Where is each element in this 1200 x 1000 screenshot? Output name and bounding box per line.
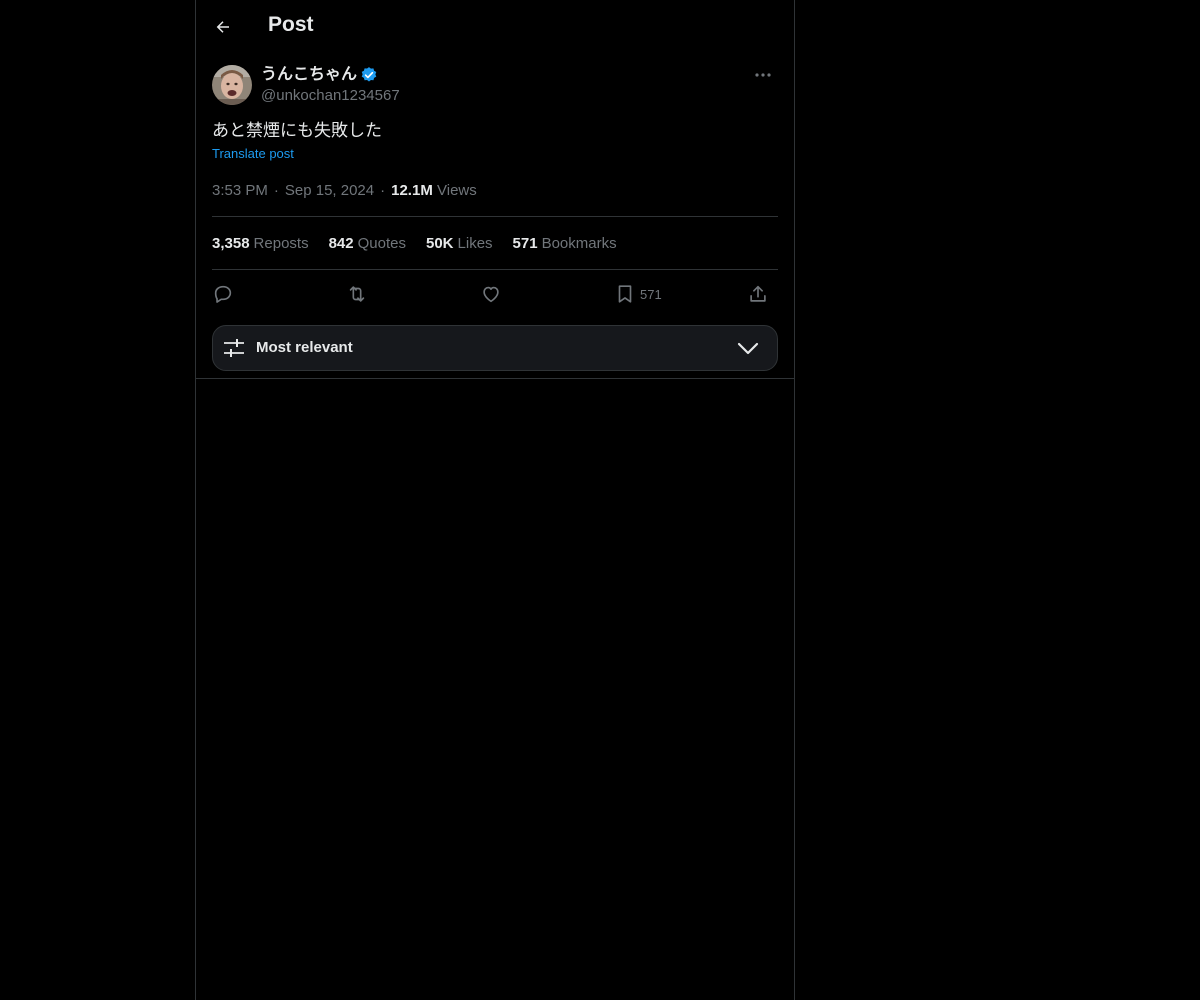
bookmark-button[interactable]: 571 (614, 280, 662, 308)
quotes-label: Quotes (357, 235, 406, 252)
reposts-count: 3,358 (212, 235, 250, 252)
chevron-down-icon (737, 342, 759, 355)
meta-separator: · (380, 182, 386, 199)
author-row: うんこちゃん @unkochan1234567 (212, 64, 778, 108)
engagement-stats: 3,358 Reposts 842 Quotes 50K Likes 571 Bookm… (212, 234, 617, 254)
more-horizontal-icon (755, 73, 771, 77)
main-column: Post うんこちゃん @unkochan1234567 あと禁煙にも失敗した … (195, 0, 795, 1000)
back-arrow-icon (216, 21, 229, 33)
likes-stat[interactable]: 50K Likes (426, 234, 493, 254)
like-button[interactable] (480, 280, 502, 308)
reply-icon (214, 285, 232, 303)
display-name-link[interactable]: うんこちゃん (261, 64, 378, 86)
sliders-icon (224, 339, 244, 357)
post-time[interactable]: 3:53 PM (212, 182, 268, 199)
bookmark-count: 571 (640, 286, 662, 302)
reposts-label: Reposts (253, 235, 309, 252)
section-divider (196, 378, 794, 379)
views-count: 12.1M (391, 182, 433, 199)
quotes-stat[interactable]: 842 Quotes (329, 234, 406, 254)
share-icon (750, 285, 766, 302)
reply-sort-dropdown[interactable]: Most relevant (212, 325, 778, 371)
divider (212, 216, 778, 217)
translate-post-link[interactable]: Translate post (212, 146, 294, 161)
bookmark-icon (618, 285, 632, 303)
more-options-button[interactable] (748, 64, 778, 86)
action-bar: 571 (212, 280, 778, 308)
bookmarks-count: 571 (512, 235, 538, 252)
views-label: Views (437, 182, 477, 199)
repost-icon (349, 286, 365, 302)
page-title: Post (268, 13, 314, 36)
divider (212, 269, 778, 270)
quotes-count: 842 (328, 235, 354, 252)
back-button[interactable] (207, 11, 239, 43)
reply-button[interactable] (212, 280, 234, 308)
sort-label: Most relevant (256, 339, 353, 356)
user-handle[interactable]: @unkochan1234567 (261, 86, 400, 106)
post-date[interactable]: Sep 15, 2024 (285, 182, 374, 199)
bookmarks-stat[interactable]: 571 Bookmarks (513, 234, 617, 254)
reposts-stat[interactable]: 3,358 Reposts (212, 234, 309, 254)
post-text: あと禁煙にも失敗した (212, 121, 382, 140)
repost-button[interactable] (345, 280, 369, 308)
display-name: うんこちゃん (261, 66, 358, 83)
top-bar: Post (196, 0, 794, 54)
bookmarks-label: Bookmarks (541, 235, 617, 252)
likes-label: Likes (457, 235, 493, 252)
share-button[interactable] (747, 280, 769, 308)
post-meta: 3:53 PM · Sep 15, 2024 · 12.1M Views (212, 181, 477, 201)
likes-count: 50K (425, 235, 454, 252)
verified-badge-icon (361, 67, 377, 82)
name-block: うんこちゃん @unkochan1234567 (261, 64, 400, 106)
avatar[interactable] (212, 65, 252, 105)
heart-icon (483, 286, 499, 303)
meta-separator: · (273, 182, 279, 199)
